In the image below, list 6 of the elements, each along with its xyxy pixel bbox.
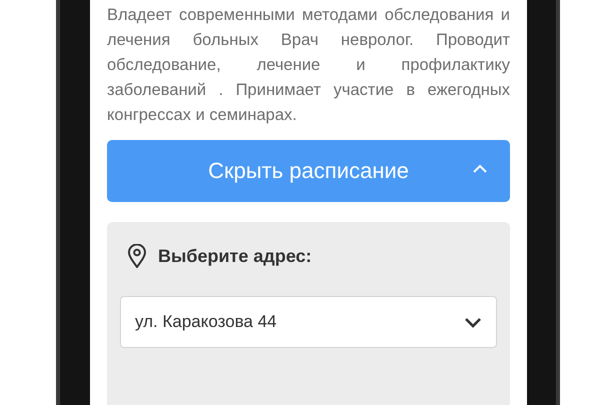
address-label: Выберите адрес: bbox=[158, 246, 312, 266]
chevron-down-icon bbox=[464, 316, 482, 328]
doctor-description: Владеет современными методами обследования и лечения больных Врач невролог. Проводит обследование, лечение и профилактику заболеваний . Принимает участие в ежегодных конгрессах и семинарах. bbox=[107, 5, 510, 126]
address-select[interactable]: ул. Каракозова 44 bbox=[120, 296, 497, 348]
chevron-icon bbox=[472, 164, 488, 174]
location-pin-icon bbox=[128, 244, 146, 268]
